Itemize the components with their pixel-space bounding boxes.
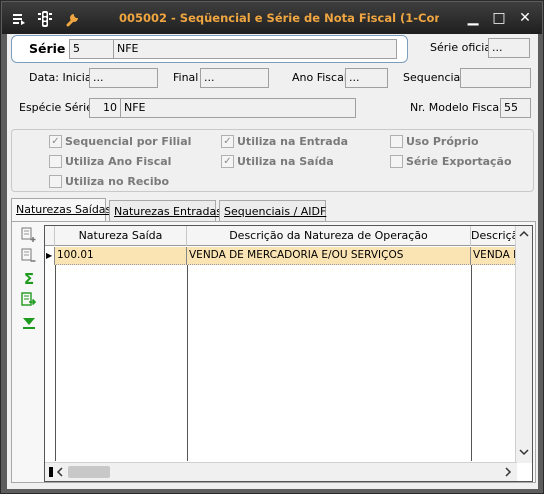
tab-naturezas-entradas[interactable]: Naturezas Entradas bbox=[109, 200, 222, 222]
utiliza-recibo-checkbox[interactable]: Utiliza no Recibo bbox=[49, 175, 169, 188]
utiliza-saida-checkbox[interactable]: ✓ Utiliza na Saída bbox=[221, 155, 334, 168]
serie-label: Série bbox=[29, 41, 66, 56]
modelo-fiscal-label: Nr. Modelo Fiscal: bbox=[410, 101, 506, 114]
modelo-fiscal-field[interactable]: 55 bbox=[500, 98, 531, 118]
checkbox-label: Utiliza na Saída bbox=[237, 155, 334, 168]
tab-naturezas-saidas[interactable]: Naturezas Saídas bbox=[11, 198, 111, 222]
maximize-icon: □ bbox=[492, 10, 506, 26]
checkbox-box: ✓ bbox=[221, 135, 234, 148]
scroll-up-icon[interactable] bbox=[519, 230, 529, 241]
checkbox-box bbox=[49, 175, 62, 188]
serie-code-field[interactable]: 5 bbox=[69, 39, 114, 59]
data-inicial-label: Data: Inicial bbox=[29, 71, 95, 84]
menu-icon[interactable] bbox=[10, 10, 28, 28]
filter-down-icon[interactable] bbox=[20, 314, 38, 332]
final-label: Final bbox=[173, 71, 199, 84]
scroll-down-icon[interactable] bbox=[519, 446, 529, 459]
scroll-thumb[interactable] bbox=[68, 466, 110, 478]
naturezas-grid: Natureza Saída Descrição da Natureza de … bbox=[44, 225, 533, 482]
minimize-icon: ▁ bbox=[467, 10, 479, 26]
cell-descricao[interactable]: VENDA DE MERCADORIA E/OU SERVIÇOS bbox=[187, 247, 471, 265]
table-row[interactable]: ▶ 100.01 VENDA DE MERCADORIA E/OU SERVIÇ… bbox=[45, 247, 517, 265]
checkbox-box bbox=[390, 135, 403, 148]
traffic-light-icon[interactable] bbox=[36, 10, 54, 28]
especie-name-field[interactable]: NFE bbox=[120, 98, 356, 118]
ano-fiscal-field[interactable]: ... bbox=[345, 68, 388, 88]
sequencial-por-filial-checkbox[interactable]: ✓ Sequencial por Filial bbox=[49, 135, 191, 148]
scroll-right-icon[interactable] bbox=[504, 467, 512, 480]
close-button[interactable]: ✕ bbox=[512, 7, 538, 29]
serie-name-field[interactable]: NFE bbox=[113, 39, 397, 59]
options-group: ✓ Sequencial por Filial ✓ Utiliza na Entra… bbox=[11, 129, 534, 192]
title-bar: 005002 - Seqüencial e Série de Nota Fisc… bbox=[2, 2, 542, 34]
minimize-button[interactable]: ▁ bbox=[460, 7, 486, 29]
column-divider bbox=[55, 265, 56, 461]
cell-natureza[interactable]: 100.01 bbox=[55, 247, 187, 265]
scroll-edge-marker bbox=[49, 467, 53, 477]
remove-row-icon[interactable] bbox=[20, 247, 38, 265]
data-inicial-field[interactable]: ... bbox=[89, 68, 158, 88]
column-divider bbox=[471, 265, 472, 461]
serie-oficial-label: Série oficial bbox=[430, 41, 495, 54]
close-icon: ✕ bbox=[519, 10, 531, 26]
maximize-button[interactable]: □ bbox=[486, 7, 512, 29]
final-field[interactable]: ... bbox=[200, 68, 269, 88]
horizontal-scrollbar[interactable] bbox=[45, 462, 517, 481]
sum-icon[interactable]: Σ bbox=[20, 270, 38, 288]
row-pointer-icon: ▶ bbox=[45, 247, 55, 265]
checkbox-label: Uso Próprio bbox=[406, 135, 479, 148]
checkbox-label: Série Exportação bbox=[406, 155, 512, 168]
utiliza-entrada-checkbox[interactable]: ✓ Utiliza na Entrada bbox=[221, 135, 348, 148]
tab-sequenciais-aidf[interactable]: Sequenciais / AIDF bbox=[219, 200, 326, 222]
tab-label: Sequenciais / AIDF bbox=[224, 205, 327, 218]
column-header-descricao-2[interactable]: Descriçã bbox=[471, 226, 517, 246]
tab-panel: Σ Natureza Saída Descrição da Natureza d… bbox=[11, 221, 536, 483]
checkbox-label: Utiliza Ano Fiscal bbox=[65, 155, 172, 168]
tab-label: Naturezas Entradas bbox=[114, 205, 222, 218]
export-icon[interactable] bbox=[20, 291, 38, 309]
especie-code-field[interactable]: 10 bbox=[89, 98, 121, 118]
checkbox-label: Utiliza na Entrada bbox=[237, 135, 348, 148]
uso-proprio-checkbox[interactable]: Uso Próprio bbox=[390, 135, 479, 148]
serie-panel: Série 5 NFE bbox=[11, 35, 408, 63]
window: 005002 - Seqüencial e Série de Nota Fisc… bbox=[0, 0, 544, 494]
serie-exportacao-checkbox[interactable]: Série Exportação bbox=[390, 155, 512, 168]
window-title: 005002 - Seqüencial e Série de Nota Fisc… bbox=[119, 11, 439, 25]
grid-header: Natureza Saída Descrição da Natureza de … bbox=[45, 226, 517, 246]
column-divider bbox=[187, 265, 188, 461]
checkbox-label: Sequencial por Filial bbox=[65, 135, 192, 148]
add-row-icon[interactable] bbox=[20, 226, 38, 244]
sequencial-label: Sequencial: bbox=[403, 71, 468, 84]
column-header-descricao[interactable]: Descrição da Natureza de Operação bbox=[187, 226, 471, 246]
cell-descricao-2[interactable]: VENDA D bbox=[471, 247, 517, 265]
checkbox-box bbox=[49, 155, 62, 168]
wrench-icon[interactable] bbox=[64, 10, 82, 28]
sequencial-field[interactable] bbox=[460, 68, 531, 88]
utiliza-ano-fiscal-checkbox[interactable]: Utiliza Ano Fiscal bbox=[49, 155, 171, 168]
serie-oficial-field[interactable]: ... bbox=[488, 38, 530, 58]
especie-serie-label: Espécie Série: bbox=[19, 101, 97, 114]
form-client-area: Série 5 NFE Série oficial ... Data: Inic… bbox=[7, 34, 538, 489]
column-header-natureza[interactable]: Natureza Saída bbox=[55, 226, 187, 246]
checkbox-label: Utiliza no Recibo bbox=[65, 175, 170, 188]
checkbox-box bbox=[390, 155, 403, 168]
row-indicator-header bbox=[45, 226, 55, 246]
tab-label: Naturezas Saídas bbox=[16, 203, 112, 216]
checkbox-box: ✓ bbox=[49, 135, 62, 148]
vertical-scrollbar[interactable] bbox=[515, 226, 532, 463]
ano-fiscal-label: Ano Fiscal: bbox=[292, 71, 351, 84]
scroll-left-icon[interactable] bbox=[56, 467, 64, 480]
checkbox-box: ✓ bbox=[221, 155, 234, 168]
